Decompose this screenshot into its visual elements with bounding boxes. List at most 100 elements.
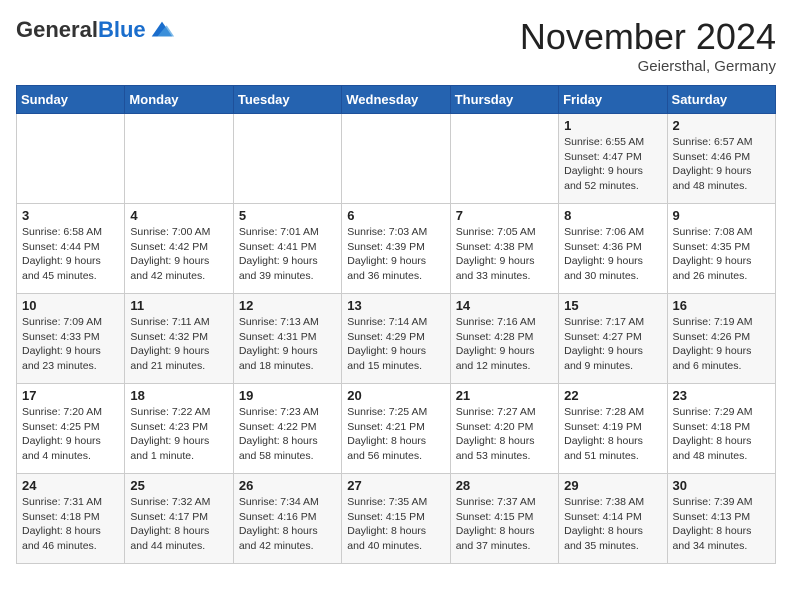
day-number: 13: [347, 298, 444, 313]
calendar-cell: 26Sunrise: 7:34 AM Sunset: 4:16 PM Dayli…: [233, 474, 341, 564]
col-wednesday: Wednesday: [342, 86, 450, 114]
day-info: Sunrise: 7:00 AM Sunset: 4:42 PM Dayligh…: [130, 225, 227, 284]
day-number: 3: [22, 208, 119, 223]
day-info: Sunrise: 7:05 AM Sunset: 4:38 PM Dayligh…: [456, 225, 553, 284]
day-number: 20: [347, 388, 444, 403]
day-info: Sunrise: 7:28 AM Sunset: 4:19 PM Dayligh…: [564, 405, 661, 464]
calendar-header-row: Sunday Monday Tuesday Wednesday Thursday…: [17, 86, 776, 114]
col-thursday: Thursday: [450, 86, 558, 114]
day-number: 8: [564, 208, 661, 223]
month-title: November 2024: [520, 16, 776, 58]
calendar-cell: 8 Sunrise: 7:06 AM Sunset: 4:36 PM Daylig…: [559, 204, 667, 294]
day-info: Sunrise: 7:37 AM Sunset: 4:15 PM Dayligh…: [456, 495, 553, 554]
day-number: 5: [239, 208, 336, 223]
day-number: 14: [456, 298, 553, 313]
day-number: 27: [347, 478, 444, 493]
calendar-cell: 17Sunrise: 7:20 AM Sunset: 4:25 PM Dayli…: [17, 384, 125, 474]
day-number: 30: [673, 478, 770, 493]
day-number: 9: [673, 208, 770, 223]
calendar-cell: 9 Sunrise: 7:08 AM Sunset: 4:35 PM Daylig…: [667, 204, 775, 294]
day-number: 23: [673, 388, 770, 403]
calendar-cell: 25 Sunrise: 7:32 AM Sunset: 4:17 PM Dayli…: [125, 474, 233, 564]
day-info: Sunrise: 7:22 AM Sunset: 4:23 PM Dayligh…: [130, 405, 227, 464]
day-info: Sunrise: 7:16 AM Sunset: 4:28 PM Dayligh…: [456, 315, 553, 374]
day-info: Sunrise: 7:35 AM Sunset: 4:15 PM Dayligh…: [347, 495, 444, 554]
calendar-cell: 6 Sunrise: 7:03 AM Sunset: 4:39 PM Daylig…: [342, 204, 450, 294]
day-info: Sunrise: 7:25 AM Sunset: 4:21 PM Dayligh…: [347, 405, 444, 464]
day-number: 24: [22, 478, 119, 493]
day-info: Sunrise: 7:17 AM Sunset: 4:27 PM Dayligh…: [564, 315, 661, 374]
col-friday: Friday: [559, 86, 667, 114]
day-number: 16: [673, 298, 770, 313]
day-info: Sunrise: 7:01 AM Sunset: 4:41 PM Dayligh…: [239, 225, 336, 284]
day-number: 1: [564, 118, 661, 133]
day-number: 19: [239, 388, 336, 403]
calendar-cell: 27 Sunrise: 7:35 AM Sunset: 4:15 PM Dayli…: [342, 474, 450, 564]
day-info: Sunrise: 7:06 AM Sunset: 4:36 PM Dayligh…: [564, 225, 661, 284]
calendar-cell: 21 Sunrise: 7:27 AM Sunset: 4:20 PM Dayli…: [450, 384, 558, 474]
calendar-cell: [233, 114, 341, 204]
calendar-cell: 15Sunrise: 7:17 AM Sunset: 4:27 PM Dayli…: [559, 294, 667, 384]
day-info: Sunrise: 7:39 AM Sunset: 4:13 PM Dayligh…: [673, 495, 770, 554]
day-number: 7: [456, 208, 553, 223]
day-info: Sunrise: 7:03 AM Sunset: 4:39 PM Dayligh…: [347, 225, 444, 284]
day-number: 22: [564, 388, 661, 403]
calendar-cell: 22 Sunrise: 7:28 AM Sunset: 4:19 PM Dayli…: [559, 384, 667, 474]
day-info: Sunrise: 7:27 AM Sunset: 4:20 PM Dayligh…: [456, 405, 553, 464]
calendar-cell: 24 Sunrise: 7:31 AM Sunset: 4:18 PM Dayli…: [17, 474, 125, 564]
calendar-cell: 1Sunrise: 6:55 AM Sunset: 4:47 PM Daylig…: [559, 114, 667, 204]
calendar-cell: 28 Sunrise: 7:37 AM Sunset: 4:15 PM Dayli…: [450, 474, 558, 564]
calendar-table: Sunday Monday Tuesday Wednesday Thursday…: [16, 85, 776, 564]
col-saturday: Saturday: [667, 86, 775, 114]
day-info: Sunrise: 7:32 AM Sunset: 4:17 PM Dayligh…: [130, 495, 227, 554]
day-info: Sunrise: 7:34 AM Sunset: 4:16 PM Dayligh…: [239, 495, 336, 554]
day-number: 12: [239, 298, 336, 313]
calendar-cell: 30 Sunrise: 7:39 AM Sunset: 4:13 PM Dayli…: [667, 474, 775, 564]
day-number: 11: [130, 298, 227, 313]
calendar-cell: 4 Sunrise: 7:00 AM Sunset: 4:42 PM Daylig…: [125, 204, 233, 294]
calendar-cell: 7 Sunrise: 7:05 AM Sunset: 4:38 PM Daylig…: [450, 204, 558, 294]
day-info: Sunrise: 7:11 AM Sunset: 4:32 PM Dayligh…: [130, 315, 227, 374]
page-header: GeneralBlue November 2024 Geiersthal, Ge…: [16, 16, 776, 75]
logo-icon: [148, 16, 176, 44]
calendar-cell: 5 Sunrise: 7:01 AM Sunset: 4:41 PM Daylig…: [233, 204, 341, 294]
day-number: 18: [130, 388, 227, 403]
calendar-cell: 29Sunrise: 7:38 AM Sunset: 4:14 PM Dayli…: [559, 474, 667, 564]
logo-blue: Blue: [98, 17, 146, 42]
calendar-cell: 18 Sunrise: 7:22 AM Sunset: 4:23 PM Dayli…: [125, 384, 233, 474]
day-info: Sunrise: 7:09 AM Sunset: 4:33 PM Dayligh…: [22, 315, 119, 374]
day-number: 6: [347, 208, 444, 223]
calendar-cell: 14 Sunrise: 7:16 AM Sunset: 4:28 PM Dayli…: [450, 294, 558, 384]
day-info: Sunrise: 6:58 AM Sunset: 4:44 PM Dayligh…: [22, 225, 119, 284]
location: Geiersthal, Germany: [520, 58, 776, 75]
calendar-week-1: 3 Sunrise: 6:58 AM Sunset: 4:44 PM Daylig…: [17, 204, 776, 294]
calendar-week-2: 10 Sunrise: 7:09 AM Sunset: 4:33 PM Dayli…: [17, 294, 776, 384]
calendar-cell: 20 Sunrise: 7:25 AM Sunset: 4:21 PM Dayli…: [342, 384, 450, 474]
col-tuesday: Tuesday: [233, 86, 341, 114]
col-sunday: Sunday: [17, 86, 125, 114]
day-info: Sunrise: 7:29 AM Sunset: 4:18 PM Dayligh…: [673, 405, 770, 464]
calendar-cell: 12Sunrise: 7:13 AM Sunset: 4:31 PM Dayli…: [233, 294, 341, 384]
calendar-cell: 13 Sunrise: 7:14 AM Sunset: 4:29 PM Dayli…: [342, 294, 450, 384]
day-number: 21: [456, 388, 553, 403]
calendar-cell: 19 Sunrise: 7:23 AM Sunset: 4:22 PM Dayli…: [233, 384, 341, 474]
day-number: 17: [22, 388, 119, 403]
day-info: Sunrise: 7:23 AM Sunset: 4:22 PM Dayligh…: [239, 405, 336, 464]
logo: GeneralBlue: [16, 16, 176, 44]
day-info: Sunrise: 7:08 AM Sunset: 4:35 PM Dayligh…: [673, 225, 770, 284]
day-info: Sunrise: 7:38 AM Sunset: 4:14 PM Dayligh…: [564, 495, 661, 554]
calendar-cell: [450, 114, 558, 204]
day-info: Sunrise: 7:31 AM Sunset: 4:18 PM Dayligh…: [22, 495, 119, 554]
calendar-week-0: 1Sunrise: 6:55 AM Sunset: 4:47 PM Daylig…: [17, 114, 776, 204]
calendar-cell: 3 Sunrise: 6:58 AM Sunset: 4:44 PM Daylig…: [17, 204, 125, 294]
day-number: 10: [22, 298, 119, 313]
calendar-week-3: 17Sunrise: 7:20 AM Sunset: 4:25 PM Dayli…: [17, 384, 776, 474]
day-number: 25: [130, 478, 227, 493]
day-info: Sunrise: 7:14 AM Sunset: 4:29 PM Dayligh…: [347, 315, 444, 374]
day-number: 2: [673, 118, 770, 133]
day-number: 4: [130, 208, 227, 223]
calendar-cell: 23 Sunrise: 7:29 AM Sunset: 4:18 PM Dayli…: [667, 384, 775, 474]
day-number: 28: [456, 478, 553, 493]
day-info: Sunrise: 6:57 AM Sunset: 4:46 PM Dayligh…: [673, 135, 770, 194]
day-info: Sunrise: 7:19 AM Sunset: 4:26 PM Dayligh…: [673, 315, 770, 374]
